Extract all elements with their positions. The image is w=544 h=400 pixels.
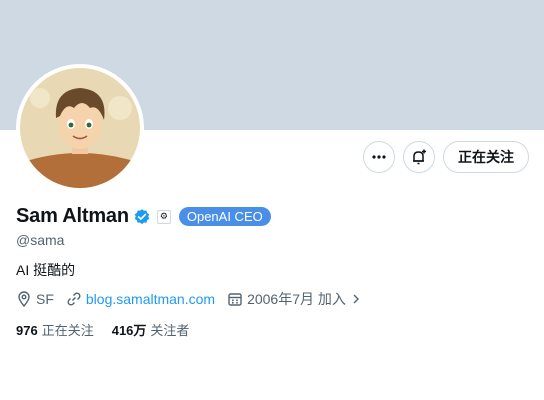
profile-meta: SF blog.samaltman.com 2006年7月 加入 xyxy=(16,289,362,309)
website-link[interactable]: blog.samaltman.com xyxy=(86,291,215,307)
link-icon xyxy=(67,292,81,306)
joined-text: 2006年7月 加入 xyxy=(247,291,346,307)
avatar[interactable] xyxy=(16,64,144,192)
following-count: 976 xyxy=(16,323,38,338)
followers-stat[interactable]: 416万 关注者 xyxy=(112,320,190,339)
location-pin-icon xyxy=(18,291,30,307)
following-button[interactable]: 正在关注 xyxy=(443,141,529,173)
followers-label: 关注者 xyxy=(150,323,190,338)
avatar-illustration xyxy=(20,68,140,188)
openai-logo-icon[interactable]: ⚙ xyxy=(156,209,171,224)
notify-button[interactable] xyxy=(403,141,435,173)
display-name: Sam Altman xyxy=(16,205,129,227)
location-text: SF xyxy=(36,291,54,307)
followers-count: 416万 xyxy=(111,323,147,338)
more-button[interactable] xyxy=(363,141,395,173)
verified-badge-icon[interactable] xyxy=(133,208,151,226)
name-row: Sam Altman ⚙ OpenAI CEO xyxy=(16,205,271,228)
following-label: 正在关注 xyxy=(41,323,94,338)
affiliation-badge[interactable]: OpenAI CEO xyxy=(178,207,271,226)
following-stat[interactable]: 976 正在关注 xyxy=(16,320,94,339)
more-dots-icon xyxy=(372,155,386,159)
website: blog.samaltman.com xyxy=(66,291,215,307)
calendar-icon xyxy=(228,293,242,306)
user-handle: @sama xyxy=(16,232,65,248)
bell-plus-icon xyxy=(413,149,426,165)
joined-date[interactable]: 2006年7月 加入 xyxy=(227,289,362,309)
profile-actions: 正在关注 xyxy=(363,141,529,173)
bio-text: AI 挺酷的 xyxy=(16,262,76,278)
chevron-right-icon xyxy=(353,294,359,304)
follow-stats: 976 正在关注 416万 关注者 xyxy=(16,320,189,339)
location: SF xyxy=(16,291,54,307)
